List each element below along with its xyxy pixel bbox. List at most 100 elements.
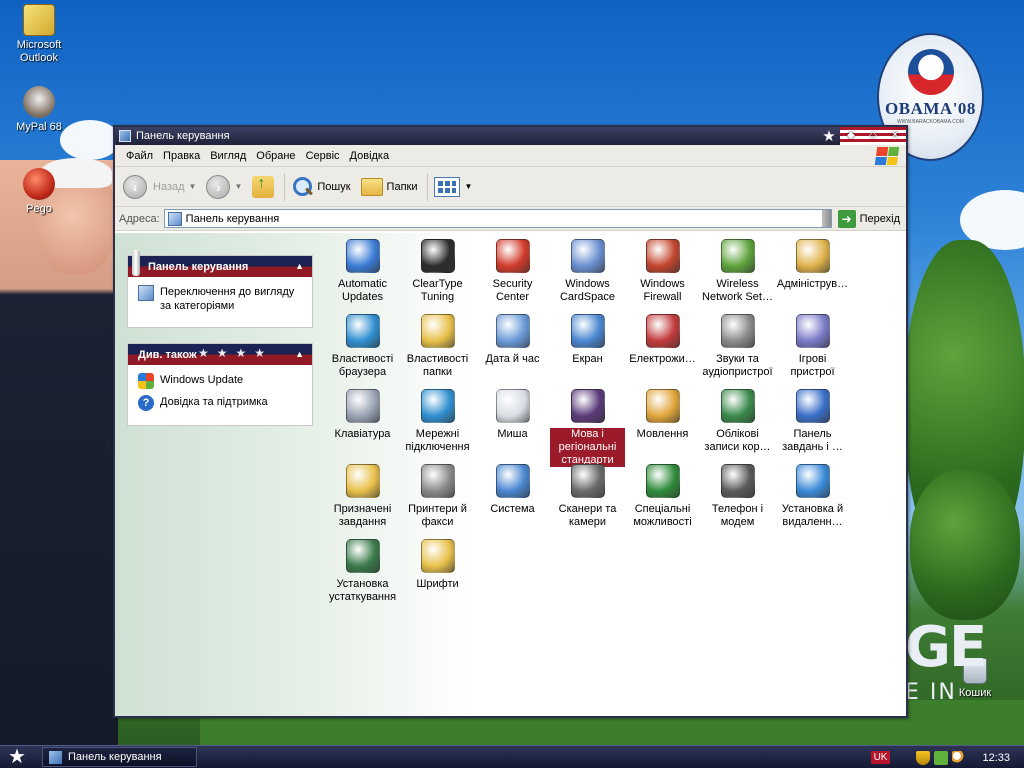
menu-view[interactable]: Вигляд	[205, 150, 251, 162]
cp-item[interactable]: Установка устаткування	[325, 535, 400, 610]
help-support-link[interactable]: ? Довідка та підтримка	[138, 395, 304, 411]
menu-bar: Файл Правка Вигляд Обране Сервіс Довідка	[115, 145, 906, 167]
cp-item[interactable]: Клавіатура	[325, 385, 400, 460]
firewall-icon	[645, 239, 680, 273]
views-button[interactable]: ▼	[434, 176, 472, 197]
back-arrow-icon: ‹	[123, 174, 147, 199]
cp-item[interactable]: Принтери й факси	[400, 460, 475, 535]
desktop-icon-pego[interactable]: Pego	[4, 168, 74, 216]
phone-modem-icon	[720, 464, 755, 498]
search-label: Пошук	[317, 180, 351, 193]
desktop-icon-mypal[interactable]: MyPal 68	[4, 86, 74, 134]
speech-icon	[645, 389, 680, 423]
cp-item-label: Мовлення	[636, 428, 689, 440]
menu-file[interactable]: Файл	[121, 150, 158, 162]
cp-item[interactable]: Властивості папки	[400, 310, 475, 385]
wallpaper-big-text: GE	[905, 615, 987, 680]
collapse-icon[interactable]: ▲	[295, 349, 304, 359]
cp-item[interactable]: Windows Firewall	[625, 235, 700, 310]
cp-item[interactable]: Мовлення	[625, 385, 700, 460]
network-icon[interactable]	[934, 750, 949, 765]
cp-item[interactable]: Властивості браузера	[325, 310, 400, 385]
search-tray-icon[interactable]	[952, 750, 967, 765]
cp-item[interactable]: Windows CardSpace	[550, 235, 625, 310]
cp-item[interactable]: Мова і регіональні стандарти	[550, 385, 625, 467]
date-time-icon	[495, 314, 530, 348]
cp-item-label: Властивості браузера	[331, 353, 394, 378]
cp-item-label: Призначені завдання	[333, 503, 392, 528]
forward-button[interactable]: › ▼	[206, 174, 242, 199]
clock: 12:33	[982, 751, 1010, 764]
cp-item[interactable]: Облікові записи кор…	[700, 385, 775, 460]
windows-update-link[interactable]: Windows Update	[138, 373, 304, 389]
taskbar-button-control-panel[interactable]: Панель керування	[42, 747, 197, 767]
cardspace-icon	[570, 239, 605, 273]
toolbar-separator	[427, 172, 429, 201]
cp-item[interactable]: Дата й час	[475, 310, 550, 385]
chevron-down-icon[interactable]: ▼	[189, 182, 197, 191]
cp-item-label: Спеціальні можливості	[633, 503, 692, 528]
cp-item[interactable]: Адмініструв…	[775, 235, 850, 310]
cp-item-label: Шрифти	[416, 578, 459, 590]
menu-help[interactable]: Довідка	[345, 150, 395, 162]
cp-item[interactable]: Панель завдань і …	[775, 385, 850, 460]
cp-item-label: Мережні підключення	[405, 428, 470, 453]
wireless-network-icon	[720, 239, 755, 273]
panel-title: Див. також	[138, 348, 197, 361]
cp-item[interactable]: Мережні підключення	[400, 385, 475, 460]
panel-header[interactable]: Див. також ★★★★ ▲	[128, 344, 312, 365]
cp-item[interactable]: Екран	[550, 310, 625, 385]
cp-item[interactable]: Система	[475, 460, 550, 535]
collapse-icon[interactable]: ▲	[295, 261, 304, 271]
chevron-down-icon[interactable]: ▼	[234, 182, 242, 191]
cp-item[interactable]: Спеціальні можливості	[625, 460, 700, 535]
cp-item[interactable]: Призначені завдання	[325, 460, 400, 535]
close-button[interactable]: ✕	[888, 130, 902, 142]
folders-button[interactable]: Папки	[360, 177, 417, 196]
minimize-button[interactable]: ◆	[844, 130, 858, 142]
menu-edit[interactable]: Правка	[158, 150, 205, 162]
cp-item[interactable]: Ігрові пристрої	[775, 310, 850, 385]
cp-item[interactable]: Automatic Updates	[325, 235, 400, 310]
link-label: Переключення до вигляду за категоріями	[160, 286, 295, 312]
cp-item[interactable]: Wireless Network Set…	[700, 235, 775, 310]
cp-item-label: Принтери й факси	[408, 503, 467, 528]
up-button[interactable]	[252, 175, 275, 198]
help-icon: ?	[138, 395, 154, 411]
cp-item[interactable]: Шрифти	[400, 535, 475, 610]
menu-favorites[interactable]: Обране	[251, 150, 300, 162]
start-button[interactable]: ★	[0, 746, 34, 768]
automatic-updates-icon	[345, 239, 380, 273]
menu-tools[interactable]: Сервіс	[301, 150, 345, 162]
desktop-icon-outlook[interactable]: Microsoft Outlook	[4, 4, 74, 65]
window-titlebar[interactable]: Панель керування ★ ◆ ◇ ✕	[115, 127, 906, 145]
cp-item[interactable]: Миша	[475, 385, 550, 460]
cp-item[interactable]: Сканери та камери	[550, 460, 625, 535]
cp-item[interactable]: ClearType Tuning	[400, 235, 475, 310]
keyboard-icon	[345, 389, 380, 423]
language-indicator[interactable]: UK	[870, 751, 891, 764]
cp-item[interactable]: Установка й видаленн…	[775, 460, 850, 535]
windows-logo-icon	[874, 147, 900, 165]
security-shield-icon[interactable]	[916, 750, 931, 765]
cp-item[interactable]: Телефон і модем	[700, 460, 775, 535]
cp-item-label: Сканери та камери	[558, 503, 617, 528]
back-button[interactable]: ‹ Назад ▼	[123, 174, 197, 199]
cp-item[interactable]: Security Center	[475, 235, 550, 310]
go-button[interactable]: ➜ Перехід	[832, 209, 906, 228]
internet-options-icon	[345, 314, 380, 348]
address-input[interactable]: Панель керування	[163, 209, 832, 228]
chevron-down-icon[interactable]: ▼	[464, 182, 472, 191]
control-panel-task-pane: Панель керування ▲ Переключення до вигля…	[127, 250, 313, 328]
maximize-button[interactable]: ◇	[866, 130, 880, 142]
badge-text: OBAMA'08	[885, 99, 976, 118]
mouse-icon	[495, 389, 530, 423]
switch-to-category-view-link[interactable]: Переключення до вигляду за категоріями	[138, 285, 304, 313]
cp-item-label: Дата й час	[485, 353, 540, 365]
cp-item-label: Wireless Network Set…	[702, 278, 773, 303]
search-button[interactable]: Пошук	[291, 176, 351, 198]
address-dropdown-button[interactable]	[821, 210, 831, 227]
cp-item[interactable]: Електрожи…	[625, 310, 700, 385]
cp-item[interactable]: Звуки та аудіопристрої	[700, 310, 775, 385]
panel-header[interactable]: Панель керування ▲	[128, 250, 312, 277]
